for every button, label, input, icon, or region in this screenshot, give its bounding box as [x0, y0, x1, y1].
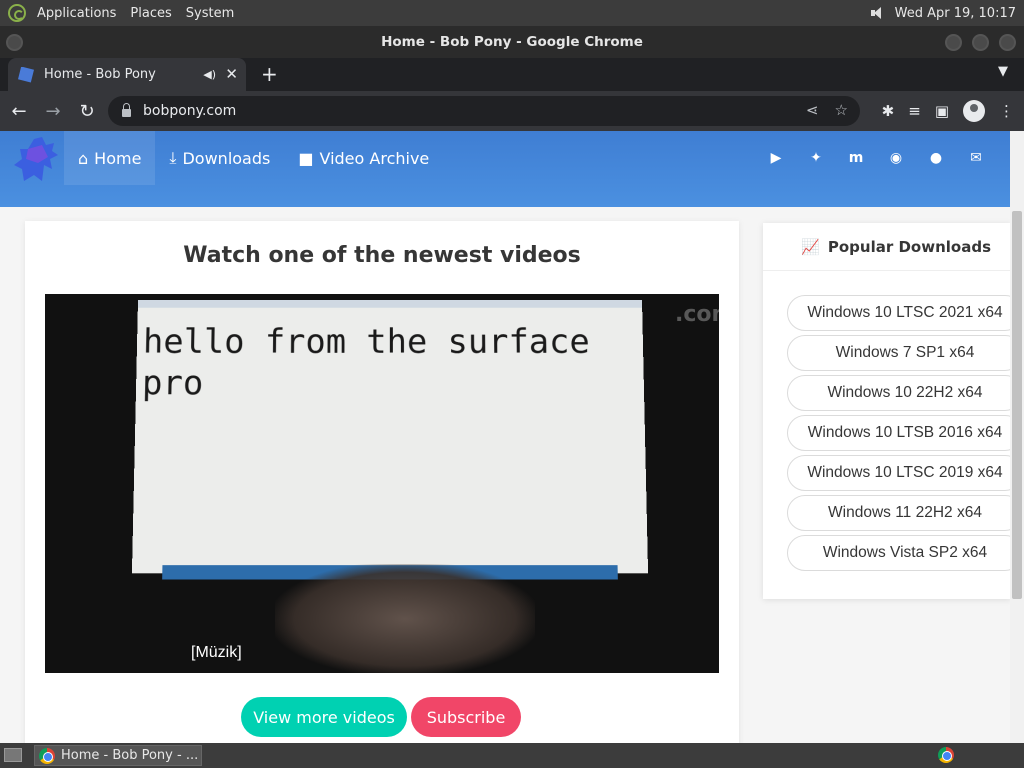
site-nav: ⌂ Home ⤓ Downloads ■ Video Archive: [64, 131, 443, 185]
menu-applications[interactable]: Applications: [30, 6, 123, 21]
distro-logo-icon[interactable]: [8, 4, 26, 22]
show-desktop-icon[interactable]: [4, 748, 22, 762]
youtube-icon[interactable]: ▶: [766, 148, 786, 168]
maximize-button[interactable]: [972, 34, 989, 51]
browser-toolbar: ← → ↻ bobpony.com ⋖ ☆ ✱ ≡ ▣ ⋮: [0, 91, 1024, 131]
newest-video-card: Watch one of the newest videos hello fro…: [25, 221, 739, 743]
page-scrollbar[interactable]: [1010, 131, 1024, 743]
video-screen-text: hello from the surface pro: [141, 322, 591, 404]
reload-button[interactable]: ↻: [72, 101, 102, 122]
panel-tray: Wed Apr 19, 10:17: [869, 0, 1016, 26]
panel-menus: Applications Places System: [30, 6, 241, 21]
download-item[interactable]: Windows Vista SP2 x64: [787, 535, 1023, 571]
tab-home-bob-pony[interactable]: Home - Bob Pony ◀) ✕: [8, 58, 246, 91]
nav-video-archive-label: Video Archive: [319, 148, 430, 168]
tab-search-chevron-icon[interactable]: ▼: [998, 64, 1008, 79]
address-bar[interactable]: bobpony.com ⋖ ☆: [108, 96, 860, 126]
mastodon-icon[interactable]: m: [846, 148, 866, 168]
close-window-button[interactable]: [999, 34, 1016, 51]
video-actions: View more videos Subscribe: [241, 697, 521, 737]
profile-avatar-icon[interactable]: [963, 100, 985, 122]
page-viewport: ⌂ Home ⤓ Downloads ■ Video Archive ▶ ✦ m…: [0, 131, 1024, 743]
home-icon: ⌂: [78, 148, 89, 168]
discord-icon[interactable]: ◉: [886, 148, 906, 168]
site-header: ⌂ Home ⤓ Downloads ■ Video Archive ▶ ✦ m…: [0, 131, 1010, 207]
media-control-icon[interactable]: ≡: [908, 102, 921, 120]
video-watermark: .com: [675, 302, 719, 327]
menu-system[interactable]: System: [179, 6, 241, 21]
github-icon[interactable]: ●: [926, 148, 946, 168]
newest-video-title: Watch one of the newest videos: [183, 243, 581, 268]
popular-downloads-list: Windows 10 LTSC 2021 x64 Windows 7 SP1 x…: [787, 295, 1023, 571]
extensions-icon[interactable]: ✱: [882, 102, 895, 120]
url-text[interactable]: bobpony.com: [143, 103, 236, 119]
bookmark-star-icon[interactable]: ☆: [835, 101, 848, 119]
volume-icon[interactable]: [869, 6, 887, 20]
site-favicon-icon: [18, 66, 34, 83]
nav-downloads[interactable]: ⤓ Downloads: [155, 131, 284, 185]
download-item[interactable]: Windows 10 LTSC 2021 x64: [787, 295, 1023, 331]
video-icon: ■: [298, 148, 314, 168]
video-caption: [Müzik]: [191, 644, 242, 661]
download-item[interactable]: Windows 7 SP1 x64: [787, 335, 1023, 371]
popular-downloads-header: 📈 Popular Downloads: [763, 223, 1011, 271]
popular-downloads-title: Popular Downloads: [827, 237, 991, 256]
video-hand: [275, 564, 535, 673]
nav-downloads-label: Downloads: [182, 148, 271, 168]
tab-close-icon[interactable]: ✕: [225, 65, 238, 83]
share-icon[interactable]: ⋖: [806, 101, 819, 119]
window-title: Home - Bob Pony - Google Chrome: [381, 34, 643, 50]
minimize-button[interactable]: [945, 34, 962, 51]
tab-title: Home - Bob Pony: [44, 67, 156, 82]
bob-pony-logo-icon[interactable]: [12, 135, 62, 185]
tab-strip: Home - Bob Pony ◀) ✕ + ▼: [0, 58, 1024, 91]
download-item[interactable]: Windows 10 LTSB 2016 x64: [787, 415, 1023, 451]
download-item[interactable]: Windows 11 22H2 x64: [787, 495, 1023, 531]
social-links: ▶ ✦ m ◉ ● ✉: [766, 148, 986, 168]
popular-downloads-card: 📈 Popular Downloads Windows 10 LTSC 2021…: [763, 223, 1023, 599]
forward-button[interactable]: →: [38, 101, 68, 122]
taskbar-chrome-window[interactable]: Home - Bob Pony - ...: [34, 745, 202, 766]
menu-places[interactable]: Places: [123, 6, 178, 21]
chrome-icon: [39, 747, 55, 764]
new-tab-button[interactable]: +: [261, 62, 278, 86]
window-menu-button[interactable]: [6, 34, 23, 51]
tab-audio-icon[interactable]: ◀): [203, 68, 216, 81]
panel-clock[interactable]: Wed Apr 19, 10:17: [895, 6, 1016, 21]
view-more-videos-button[interactable]: View more videos: [241, 697, 407, 737]
download-item[interactable]: Windows 10 LTSC 2019 x64: [787, 455, 1023, 491]
download-icon: ⤓: [169, 148, 177, 167]
side-panel-icon[interactable]: ▣: [935, 102, 949, 120]
nav-home-label: Home: [94, 148, 142, 168]
video-frame: hello from the surface pro: [131, 299, 649, 580]
bottom-panel: Home - Bob Pony - ...: [0, 743, 1024, 768]
scrollbar-thumb[interactable]: [1012, 211, 1022, 599]
chrome-menu-icon[interactable]: ⋮: [999, 102, 1014, 120]
top-panel: Applications Places System Wed Apr 19, 1…: [0, 0, 1024, 26]
mail-icon[interactable]: ✉: [966, 148, 986, 168]
subscribe-button[interactable]: Subscribe: [411, 697, 521, 737]
video-player[interactable]: hello from the surface pro .com [Müzik]: [45, 294, 719, 673]
nav-video-archive[interactable]: ■ Video Archive: [284, 131, 443, 185]
tray-chrome-icon[interactable]: [938, 747, 954, 763]
twitter-icon[interactable]: ✦: [806, 148, 826, 168]
download-item[interactable]: Windows 10 22H2 x64: [787, 375, 1023, 411]
nav-home[interactable]: ⌂ Home: [64, 131, 156, 185]
window-titlebar[interactable]: Home - Bob Pony - Google Chrome: [0, 26, 1024, 58]
chart-line-icon: 📈: [801, 237, 820, 256]
back-button[interactable]: ←: [4, 101, 34, 122]
lock-icon[interactable]: [122, 103, 131, 117]
taskbar-window-label: Home - Bob Pony - ...: [61, 748, 199, 763]
